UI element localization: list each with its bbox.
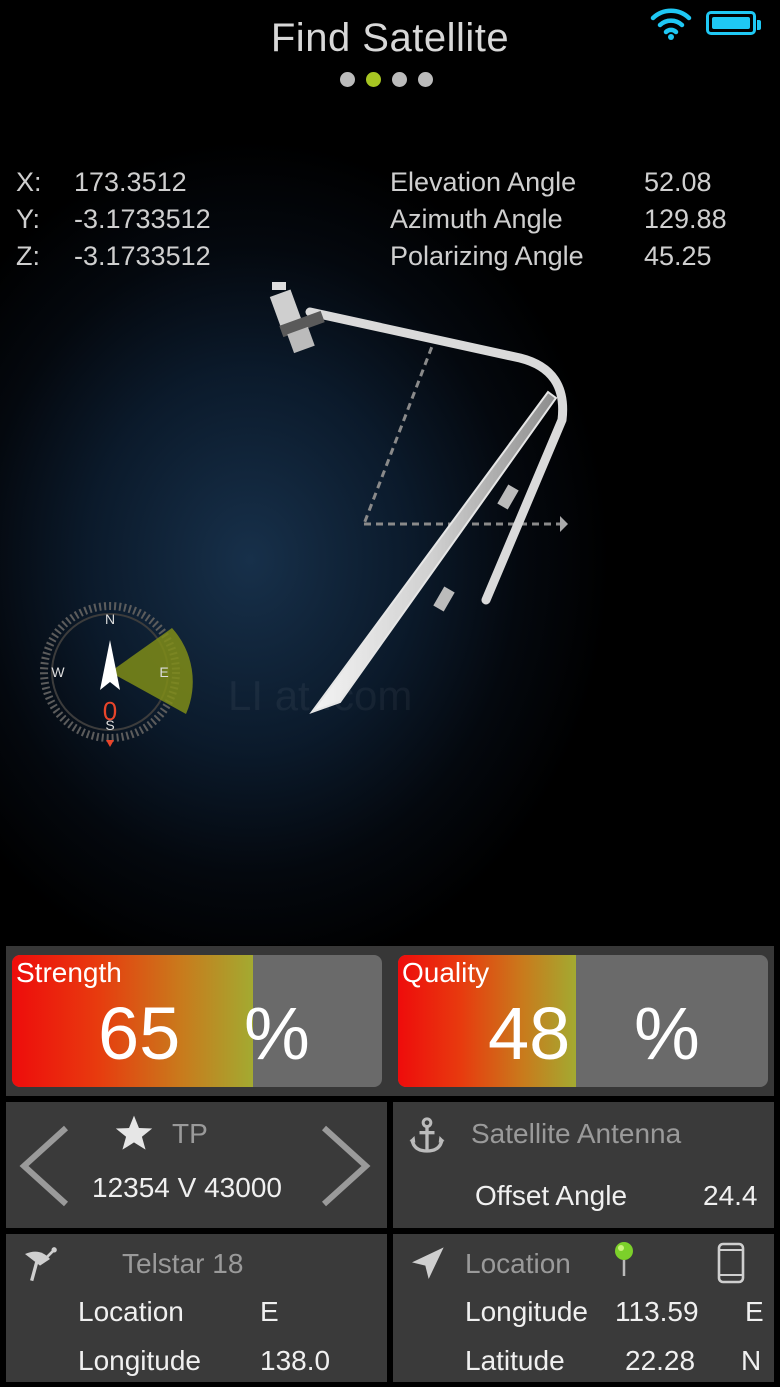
status-bar (650, 6, 761, 40)
page-dot-3[interactable] (392, 72, 407, 87)
y-row: Y: -3.1733512 (16, 204, 211, 234)
angle-readout: Elevation Angle 52.08 Azimuth Angle 129.88… (390, 164, 727, 275)
satellite-card[interactable]: Telstar 18 Location E Longitude 138.0 (6, 1234, 387, 1382)
page-indicator[interactable] (340, 72, 433, 87)
strength-label: Strength (16, 957, 122, 988)
elevation-row: Elevation Angle 52.08 (390, 167, 712, 197)
compass-pointer-icon (106, 740, 114, 747)
tp-label: TP (172, 1118, 208, 1149)
compass-e-label: E (159, 664, 168, 680)
compass-n-label: N (105, 611, 115, 627)
satellite-dish-icon (25, 1247, 57, 1282)
chevron-right-icon[interactable] (318, 1124, 374, 1208)
quality-meter: Quality 48 % (398, 955, 768, 1087)
page-dot-2[interactable] (366, 72, 381, 87)
compass-widget[interactable]: N S W E 0 (36, 598, 206, 750)
strength-meter: Strength 65 % (12, 955, 382, 1087)
location-title: Location (465, 1248, 571, 1279)
satellite-longitude-label: Longitude (78, 1345, 202, 1376)
satellite-longitude-value: 138.0 (260, 1345, 331, 1376)
antenna-card[interactable]: Satellite Antenna Offset Angle 24.4 (393, 1102, 774, 1228)
wifi-icon (650, 8, 692, 40)
compass-w-label: W (51, 664, 65, 680)
satellite-name: Telstar 18 (122, 1248, 244, 1279)
x-row: X: 173.3512 (16, 167, 187, 197)
satellite-location-label: Location (78, 1296, 184, 1327)
location-longitude-value: 113.59 (615, 1296, 699, 1327)
location-latitude-label: Latitude (465, 1345, 565, 1376)
quality-label: Quality (402, 957, 490, 988)
offset-angle-value: 24.4 (703, 1180, 758, 1211)
compass-value: 0 (103, 696, 117, 726)
battery-icon (706, 11, 761, 35)
tp-card: TP 12354 V 43000 (6, 1102, 387, 1228)
azimuth-row: Azimuth Angle 129.88 (390, 204, 727, 234)
page-dot-1[interactable] (340, 72, 355, 87)
star-icon (115, 1115, 153, 1150)
location-latitude-dir: N (741, 1345, 762, 1376)
location-longitude-label: Longitude (465, 1296, 589, 1327)
phone-icon[interactable] (717, 1242, 745, 1284)
strength-value: 65 (98, 992, 181, 1075)
map-pin-icon (615, 1242, 633, 1276)
signal-meters: Strength 65 % Quality 48 % (6, 946, 774, 1096)
chevron-left-icon[interactable] (16, 1124, 72, 1208)
z-row: Z: -3.1733512 (16, 241, 211, 271)
strength-unit: % (244, 992, 310, 1075)
antenna-title: Satellite Antenna (471, 1118, 682, 1149)
location-longitude-dir: E (745, 1296, 764, 1327)
anchor-icon (409, 1117, 445, 1153)
offset-angle-label: Offset Angle (475, 1180, 628, 1211)
quality-value: 48 (488, 992, 571, 1075)
tp-value: 12354 V 43000 (92, 1172, 282, 1203)
location-arrow-icon (412, 1247, 444, 1279)
location-latitude-value: 22.28 (625, 1345, 696, 1376)
satellite-dish-illustration (269, 282, 568, 715)
page-dot-4[interactable] (418, 72, 433, 87)
location-card[interactable]: Location Longitude 113.59 E Latitude 22.… (393, 1234, 774, 1382)
satellite-location-value: E (260, 1296, 279, 1327)
quality-unit: % (634, 992, 700, 1075)
xyz-readout: X: 173.3512 Y: -3.1733512 Z: -3.1733512 (16, 164, 211, 275)
